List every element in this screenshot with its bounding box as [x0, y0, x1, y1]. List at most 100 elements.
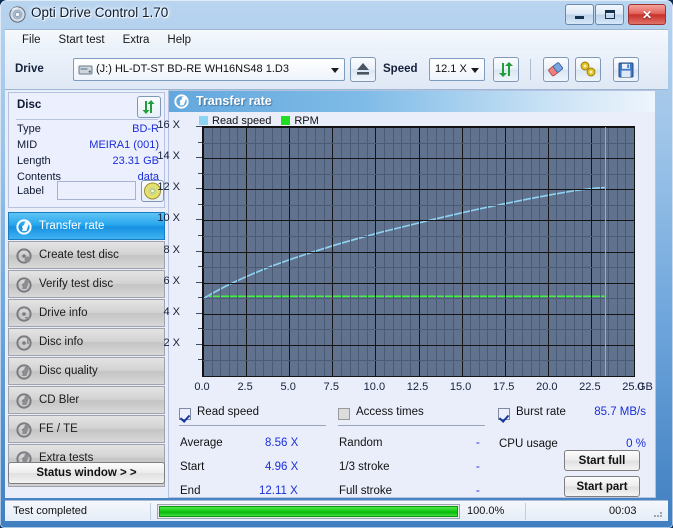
legend-swatch-rpm: [281, 116, 291, 125]
divider: [16, 119, 158, 120]
stats-burst-column: Burst rate 85.7 MB/s CPU usage 0 % Start…: [498, 406, 646, 497]
stats-read-speed-column: Read speed Average 8.56 X Start 4.96 X E…: [179, 406, 326, 505]
gridline-horizontal: [203, 205, 634, 206]
stats-key: Start: [180, 461, 205, 473]
disc-row-type: Type BD-R: [17, 123, 159, 139]
gridline-horizontal: [203, 298, 634, 299]
chart-cursor-line: [605, 127, 606, 376]
close-button[interactable]: ✕: [628, 4, 666, 25]
burst-rate-header: Burst rate 85.7 MB/s: [498, 406, 646, 426]
chart-panel: Transfer rate Read speed RPM 2 X 4 X 6 X 8 …: [157, 90, 656, 498]
gridline-horizontal: [203, 329, 634, 330]
stats-row-third-stroke: 1/3 stroke -: [338, 457, 485, 481]
read-speed-checkbox[interactable]: [179, 408, 191, 420]
stats-value: 4.96 X: [265, 461, 299, 473]
status-window-button[interactable]: Status window > >: [8, 462, 165, 484]
disc-test-icon: [16, 277, 32, 293]
sidebar-item-disc-quality[interactable]: Disc quality: [8, 357, 165, 385]
stats-row-average: Average 8.56 X: [179, 433, 326, 457]
gridline-horizontal: [203, 127, 634, 128]
maximize-button[interactable]: [595, 4, 624, 25]
sidebar-item-fe-te[interactable]: FE / TE: [8, 415, 165, 443]
sidebar-item-label: Disc info: [39, 336, 84, 348]
sidebar-item-label: Verify test disc: [39, 278, 114, 290]
start-part-button[interactable]: Start part: [564, 476, 640, 497]
burst-rate-checkbox[interactable]: [498, 408, 510, 420]
disc-test-icon: [174, 94, 189, 109]
chevron-down-icon: [471, 68, 479, 73]
tools-icon: [580, 61, 596, 77]
stats-key: End: [180, 485, 201, 497]
access-times-header: Access times: [338, 406, 485, 426]
speed-select[interactable]: 12.1 X: [429, 58, 485, 81]
maximize-icon: [596, 5, 623, 24]
menu-item-file[interactable]: File: [13, 32, 50, 48]
disc-test-icon: [16, 364, 32, 380]
status-message: Test completed: [13, 505, 87, 517]
disc-label-input[interactable]: [57, 181, 136, 200]
gridline-horizontal: [203, 158, 634, 159]
refresh-icon: [499, 62, 513, 77]
menu-bar: File Start test Extra Help: [5, 29, 668, 50]
chart-plot-area[interactable]: [202, 126, 635, 377]
sidebar-item-label: CD Bler: [39, 394, 80, 406]
disc-row-mid: MID MEIRA1 (001): [17, 139, 159, 155]
drive-select[interactable]: (J:) HL-DT-ST BD-RE WH16NS48 1.D3: [73, 58, 345, 81]
legend-label-rpm: RPM: [294, 114, 319, 127]
stats-value: 8.56 X: [265, 437, 299, 449]
tools-button[interactable]: [575, 57, 601, 82]
stats-key: Random: [339, 437, 383, 449]
stats-area: Read speed Average 8.56 X Start 4.96 X E…: [173, 406, 651, 498]
sidebar-item-cd-bler[interactable]: CD Bler: [8, 386, 165, 414]
drive-icon: [78, 62, 93, 77]
access-times-checkbox[interactable]: [338, 408, 350, 420]
eject-icon: [357, 63, 369, 75]
progress-percent: 100.0%: [467, 505, 505, 517]
elapsed-time: 00:03: [609, 505, 637, 517]
read-speed-header: Read speed: [179, 406, 326, 426]
stats-row-start: Start 4.96 X: [179, 457, 326, 481]
title-bar: Opti Drive Control 1.70 ✕: [0, 0, 673, 30]
save-button[interactable]: [613, 57, 639, 82]
y-axis-tick-label: 6 X: [163, 274, 180, 287]
stats-row-random: Random -: [338, 433, 485, 457]
y-axis-tick-label: 2 X: [163, 336, 180, 349]
x-axis-unit-label: GB: [637, 381, 653, 393]
disc-refresh-button[interactable]: [137, 96, 161, 118]
stats-key: CPU usage: [499, 438, 558, 450]
stats-value: 12.11 X: [259, 485, 298, 497]
app-disc-icon: [9, 6, 26, 23]
toolbar: Drive (J:) HL-DT-ST BD-RE WH16NS48 1.D3 …: [5, 50, 668, 90]
divider: [179, 425, 326, 426]
refresh-button[interactable]: [493, 57, 519, 82]
gridline-horizontal: [203, 345, 634, 346]
status-bar: Test completed 100.0% 00:03: [5, 500, 668, 521]
stats-key: 1/3 stroke: [339, 461, 390, 473]
burst-rate-title: Burst rate: [516, 406, 566, 418]
start-full-button[interactable]: Start full: [564, 450, 640, 471]
disc-test-icon: [16, 393, 32, 409]
y-axis-tick-label: 10 X: [157, 212, 180, 225]
y-axis-tick-label: 8 X: [163, 243, 180, 256]
disc-key: Length: [17, 155, 51, 167]
erase-button[interactable]: [543, 57, 569, 82]
minimize-button[interactable]: [565, 4, 594, 25]
resize-grip[interactable]: [653, 508, 664, 519]
disc-label-row: Label: [17, 180, 164, 203]
disc-test-icon: [16, 219, 32, 235]
gridline-vertical: [634, 127, 635, 376]
menu-item-start-test[interactable]: Start test: [50, 32, 114, 48]
divider: [150, 503, 151, 520]
access-times-title: Access times: [356, 406, 424, 418]
legend-label-read-speed: Read speed: [212, 114, 272, 127]
divider: [525, 503, 526, 520]
menu-item-help[interactable]: Help: [158, 32, 200, 48]
gridline-horizontal: [203, 283, 634, 284]
disc-test-icon: [16, 248, 32, 264]
refresh-icon: [142, 100, 155, 114]
y-axis-tick-label: 14 X: [157, 150, 180, 163]
menu-item-extra[interactable]: Extra: [114, 32, 159, 48]
y-axis-tick-label: 12 X: [157, 181, 180, 194]
eject-button[interactable]: [350, 57, 376, 82]
disc-test-icon: [16, 335, 32, 351]
